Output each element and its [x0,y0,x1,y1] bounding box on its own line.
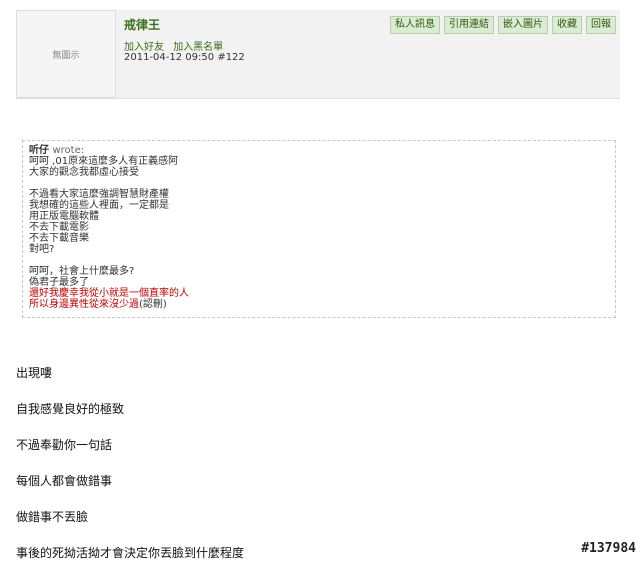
content-paragraph: 做錯事不丟臉 [16,510,89,524]
author-name[interactable]: 戒律王 [124,16,160,33]
insert-image-button[interactable]: 嵌入圖片 [498,16,548,34]
user-action-links: 加入好友 加入黑名單 [124,38,229,53]
post-number: #122 [217,52,245,63]
quote-link-button[interactable]: 引用連結 [444,16,494,34]
quote-block: 听仔 wrote: 呵呵 ,01原來這麼多人有正義感阿 大家的觀念我都虛心接受 … [22,140,616,318]
content-paragraph: 事後的死拗活拗才會決定你丟臉到什麼程度 [16,546,245,560]
watermark-post-id: #137984 [581,541,636,556]
avatar-placeholder-text: 無圖示 [52,50,80,61]
quote-suffix: (認刪) [139,299,167,310]
content-paragraph: 不過奉勸你一句話 [16,438,113,452]
quote-line: 我想確的這些人裡面，一定都是 [29,200,169,211]
quote-line: 不過看大家這麼強調智慧財產權 [29,189,169,200]
quote-wrote-label: wrote: [52,145,85,156]
content-paragraph: 出現嘍 [16,366,53,380]
content-paragraph: 每個人都會做錯事 [16,474,113,488]
post-toolbar: 私人訊息 引用連結 嵌入圖片 收藏 回報 [390,16,616,34]
favorite-button[interactable]: 收藏 [552,16,582,34]
private-message-button[interactable]: 私人訊息 [390,16,440,34]
quote-line: 呵呵 ,01原來這麼多人有正義感阿 [29,156,179,167]
quote-highlight-line-with-suffix: 所以身邊異性從來沒少過(認刪) [29,299,609,310]
post-meta: 2011-04-12 09:50 #122 [124,52,245,63]
post-datetime: 2011-04-12 09:50 [124,52,215,63]
quote-line: 用正版電腦軟體 [29,211,99,222]
post-header: 無圖示 戒律王 加入好友 加入黑名單 2011-04-12 09:50 #122… [16,10,620,99]
avatar[interactable]: 無圖示 [16,10,116,98]
quote-line: 偽君子最多了 [29,277,89,288]
quote-line: 對吧? [29,244,55,255]
quote-blank-line [29,255,609,266]
content-paragraph: 自我感覺良好的極致 [16,402,125,416]
quote-line: 呵呵，社會上什麼最多? [29,266,135,277]
quote-line: 不去下載電影 [29,222,89,233]
quote-header: 听仔 wrote: [29,145,609,156]
quote-line: 大家的觀念我都虛心接受 [29,167,139,178]
quote-highlight-text: 所以身邊異性從來沒少過 [29,299,139,310]
quote-blank-line [29,178,609,189]
quote-author: 听仔 [29,145,49,156]
report-button[interactable]: 回報 [586,16,616,34]
quote-line: 不去下載音樂 [29,233,89,244]
quote-highlight-line: 還好我慶幸我從小就是一個直率的人 [29,288,189,299]
